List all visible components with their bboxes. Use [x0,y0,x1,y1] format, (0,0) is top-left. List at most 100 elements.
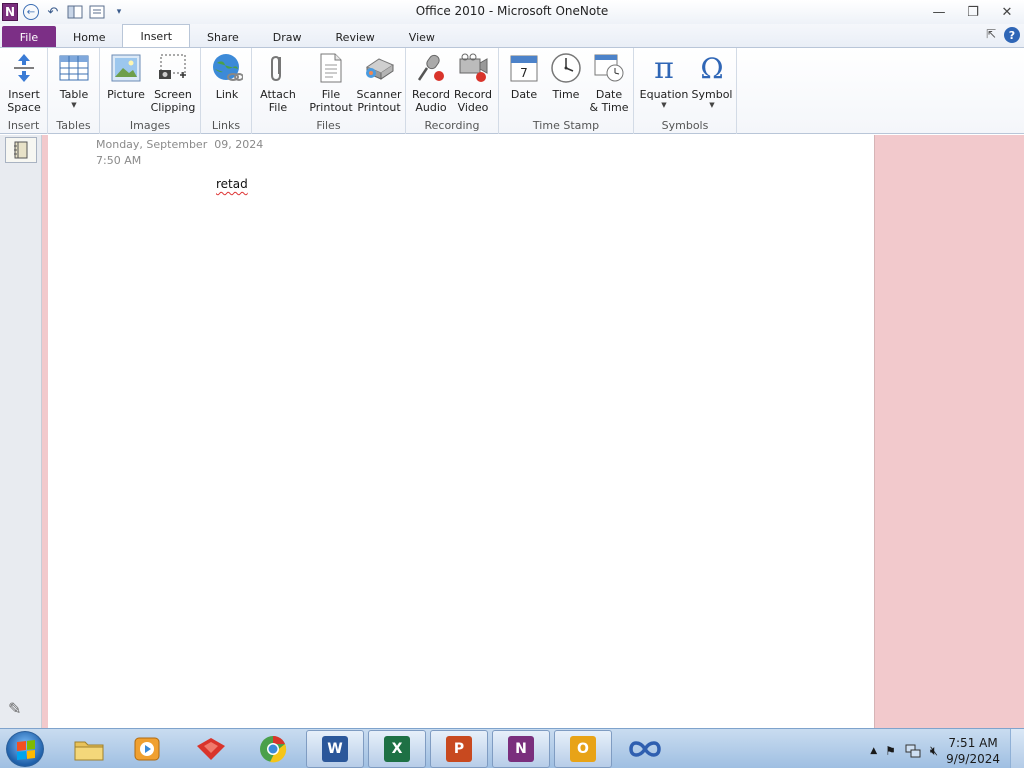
infinity-icon [629,741,661,757]
taskbar-toolbox[interactable] [182,730,240,768]
clock-date: 9/9/2024 [946,752,1000,766]
table-label: Table [59,88,89,101]
notebook-icon[interactable] [5,137,37,163]
picture-icon [110,52,142,84]
link-button[interactable]: Link [207,52,247,101]
notebook-navigation-bar: ✎ [0,135,42,728]
picture-label: Picture [107,88,145,101]
group-label-recording: Recording [424,119,480,132]
taskbar-infinity-app[interactable] [616,730,674,768]
windows-logo-icon [17,740,35,760]
volume-muted-icon[interactable]: 🔇︎ [930,744,938,759]
tools-icon[interactable]: ✎ [8,699,21,718]
date-and-time-button[interactable]: Date & Time [589,52,629,114]
restore-button[interactable]: ❐ [956,0,990,24]
equation-button[interactable]: π Equation ▼ [638,52,690,109]
page-date: Monday, September 09, 2024 [96,138,264,151]
taskbar-chrome[interactable] [244,730,302,768]
group-label-links: Links [211,119,241,132]
record-audio-label-2: Audio [415,101,447,114]
taskbar: W X P N O ▲ ⚑ 🔇︎ 7:51 AM 9/9/2024 [0,728,1024,768]
word-icon: W [322,736,348,762]
record-video-label-2: Video [457,101,489,114]
page-right-margin [874,135,1024,728]
network-icon[interactable] [904,743,922,759]
pi-icon: π [654,50,674,86]
note-page[interactable]: Monday, September 09, 2024 7:50 AM retad [48,135,874,728]
undo-button[interactable]: ↶ [44,3,62,21]
attach-file-button[interactable]: Attach File [257,52,299,114]
date-label: Date [510,88,538,101]
record-audio-button[interactable]: Record Audio [410,52,452,114]
help-icon[interactable]: ? [1004,27,1020,43]
ribbon: Insert Space Insert Table ▼ Tables Pictu… [0,47,1024,134]
screen-clipping-button[interactable]: Screen Clipping [148,52,198,114]
group-label-symbols: Symbols [661,119,709,132]
calendar-day: 7 [520,66,528,80]
tab-draw[interactable]: Draw [256,26,319,48]
taskbar-onenote[interactable]: N [492,730,550,768]
microphone-icon [415,52,447,84]
taskbar-explorer[interactable] [60,730,118,768]
time-label: Time [552,88,580,101]
file-printout-icon [315,52,347,84]
group-images: Picture Screen Clipping Images [100,48,201,134]
onenote-logo-icon[interactable]: N [2,3,18,21]
time-button[interactable]: Time [547,52,585,101]
show-hidden-icons-icon[interactable]: ▲ [870,746,877,756]
media-player-icon [134,737,160,761]
back-button[interactable]: ← [22,3,40,21]
date-and-time-label-2: & Time [589,101,629,114]
quick-access-toolbar: N ← ↶ ▾ [0,0,128,24]
scanner-printout-label-2: Printout [357,101,401,114]
scanner-printout-button[interactable]: Scanner Printout [354,52,404,114]
close-button[interactable]: ✕ [990,0,1024,24]
taskbar-word[interactable]: W [306,730,364,768]
note-text[interactable]: retad [216,177,248,191]
symbol-label: Symbol [691,88,733,101]
equation-label: Equation [639,88,689,101]
taskbar-media-player[interactable] [118,730,176,768]
tab-file[interactable]: File [2,26,56,48]
system-clock[interactable]: 7:51 AM 9/9/2024 [946,735,1000,767]
system-tray: ▲ ⚑ 🔇︎ 7:51 AM 9/9/2024 [870,735,1000,767]
ribbon-tabs: File Home Insert Share Draw Review View … [0,24,1024,48]
scanner-printout-label-1: Scanner [356,88,402,101]
table-button[interactable]: Table ▼ [54,52,94,109]
tab-home[interactable]: Home [56,26,122,48]
folder-icon [74,741,104,761]
title-bar: N ← ↶ ▾ Office 2010 - Microsoft OneNote … [0,0,1024,24]
chrome-icon [260,736,287,763]
full-page-view-button[interactable] [88,3,106,21]
scanner-icon [363,52,395,84]
attach-file-label-1: Attach [260,88,296,101]
picture-button[interactable]: Picture [106,52,146,101]
minimize-ribbon-icon[interactable]: ⇱ [986,27,996,43]
tab-review[interactable]: Review [319,26,392,48]
insert-space-button[interactable]: Insert Space [4,52,44,114]
minimize-button[interactable]: — [922,0,956,24]
tab-share[interactable]: Share [190,26,256,48]
tab-view[interactable]: View [392,26,452,48]
toolbox-icon [197,738,225,760]
taskbar-outlook[interactable]: O [554,730,612,768]
record-video-button[interactable]: Record Video [452,52,494,114]
taskbar-excel[interactable]: X [368,730,426,768]
taskbar-powerpoint[interactable]: P [430,730,488,768]
clock-icon [550,52,582,84]
show-desktop-button[interactable] [1010,729,1024,768]
clock-time: 7:51 AM [948,736,998,750]
customize-qat-button[interactable]: ▾ [110,3,128,21]
dock-to-desktop-button[interactable] [66,3,84,21]
date-button[interactable]: 7 Date [505,52,543,101]
symbol-button[interactable]: Ω Symbol ▼ [690,52,734,109]
group-label-time-stamp: Time Stamp [532,119,600,132]
tab-insert[interactable]: Insert [122,24,191,48]
file-printout-button[interactable]: File Printout [306,52,356,114]
start-button[interactable] [6,731,44,767]
insert-space-label-1: Insert [8,88,40,101]
page-time: 7:50 AM [96,154,142,167]
screen-clipping-label-2: Clipping [150,101,196,114]
group-time-stamp: 7 Date Time Date & Time Time Stamp [499,48,634,134]
action-center-flag-icon[interactable]: ⚑ [885,744,896,758]
